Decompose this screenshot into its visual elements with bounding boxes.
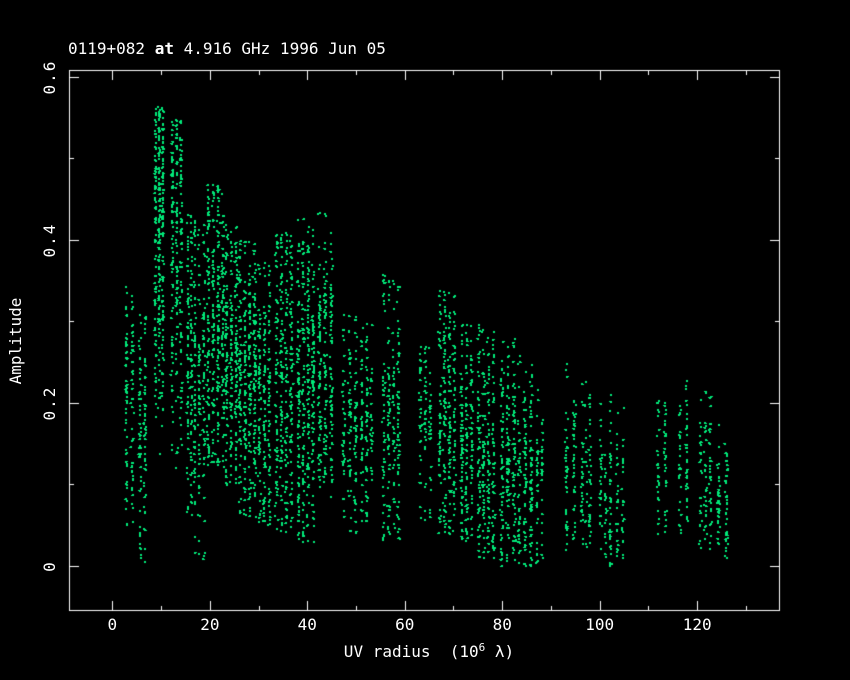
y-tick-label: 0.4 [42, 222, 58, 257]
scatter-plot-canvas [0, 0, 850, 680]
x-axis-label-lambda: λ) [485, 642, 514, 661]
y-tick-label: 0.2 [42, 385, 58, 420]
plot-title-source: 0119+082 [68, 39, 155, 58]
x-tick-label: 80 [493, 617, 512, 633]
x-tick-label: 40 [298, 617, 317, 633]
x-tick-label: 0 [108, 617, 118, 633]
x-tick-label: 60 [395, 617, 414, 633]
x-tick-label: 100 [585, 617, 614, 633]
plot-title: 0119+082 at 4.916 GHz 1996 Jun 05 [68, 41, 386, 57]
y-tick-label: 0.6 [42, 60, 58, 95]
y-tick-label: 0 [42, 560, 58, 572]
plot-title-at: at [155, 39, 174, 58]
x-axis-label: UV radius (106 λ) [344, 644, 514, 662]
uv-amplitude-plot: 0119+082 at 4.916 GHz 1996 Jun 05 Amplit… [0, 0, 850, 680]
x-tick-label: 120 [683, 617, 712, 633]
x-axis-label-text: UV radius (10 [344, 642, 479, 661]
plot-title-freq-date: 4.916 GHz 1996 Jun 05 [174, 39, 386, 58]
x-tick-label: 20 [200, 617, 219, 633]
x-axis-label-exponent: 6 [479, 641, 486, 654]
y-axis-label: Amplitude [8, 298, 24, 385]
